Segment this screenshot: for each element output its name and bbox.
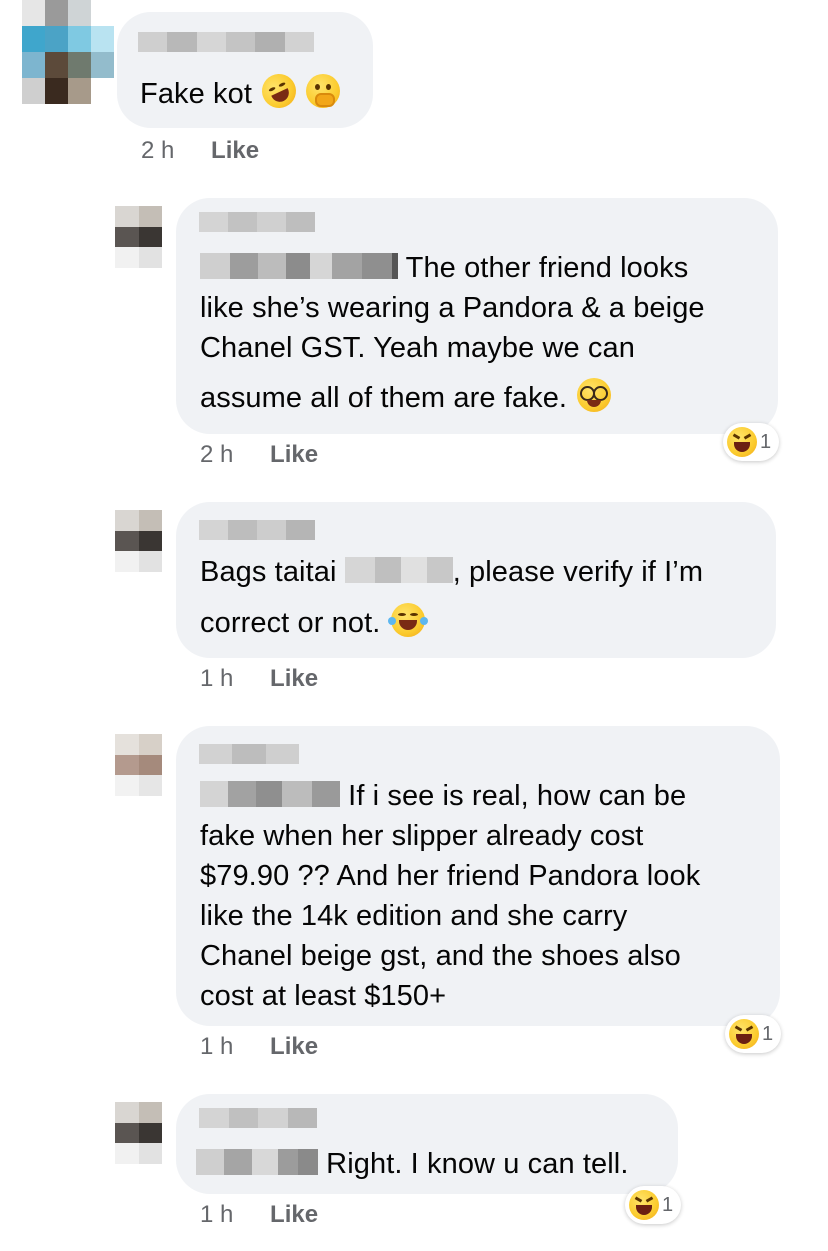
author-name[interactable] [138, 32, 314, 52]
comment-text-line: like she’s wearing a Pandora & a beige [200, 292, 705, 324]
timestamp[interactable]: 1 h [200, 1033, 233, 1060]
comment-text: assume all of them are fake. [200, 378, 612, 418]
comment-bubble: The other friend looks like she’s wearin… [176, 198, 778, 434]
author-name[interactable] [199, 520, 315, 540]
reaction-count: 1 [762, 1022, 774, 1045]
reaction-summary[interactable]: 1 [625, 1186, 682, 1224]
comment-text-line: cost at least $150+ [200, 980, 447, 1012]
comment-text: Right. I know u can tell. [196, 1144, 629, 1184]
laughing-squint-emoji [629, 1190, 659, 1220]
timestamp[interactable]: 1 h [200, 1201, 233, 1228]
reaction-count: 1 [760, 430, 772, 453]
hand-over-mouth-emoji [306, 74, 341, 109]
reaction-count: 1 [662, 1193, 674, 1216]
author-name[interactable] [199, 212, 315, 232]
rolling-on-floor-laughing-emoji [256, 68, 302, 114]
comment-text-line: Chanel GST. Yeah maybe we can [200, 332, 635, 364]
comment-text: If i see is real, how can be [200, 776, 686, 816]
reaction-summary[interactable]: 1 [723, 423, 780, 461]
mention-tag[interactable] [200, 781, 340, 808]
comment-meta: 1 h Like [200, 1033, 318, 1061]
comment-meta: 2 h Like [200, 441, 318, 469]
mention-tag[interactable] [200, 253, 398, 280]
laughing-squint-emoji [729, 1019, 759, 1049]
avatar[interactable] [115, 510, 162, 572]
comment-bubble: Fake kot [117, 12, 373, 128]
comment-meta: 1 h Like [200, 1201, 318, 1229]
reaction-summary[interactable]: 1 [725, 1015, 782, 1053]
avatar[interactable] [22, 0, 114, 104]
like-button[interactable]: Like [270, 665, 318, 692]
comment-bubble: Right. I know u can tell. [176, 1094, 678, 1194]
tears-of-joy-emoji [387, 603, 428, 638]
nerd-face-emoji [577, 378, 612, 413]
avatar[interactable] [115, 206, 162, 268]
comment-text-line: $79.90 ?? And her friend Pandora look [200, 860, 701, 892]
like-button[interactable]: Like [270, 1033, 318, 1060]
timestamp[interactable]: 2 h [200, 441, 233, 468]
like-button[interactable]: Like [211, 137, 259, 164]
comment-text-line: like the 14k edition and she carry [200, 900, 628, 932]
comment-bubble: If i see is real, how can be fake when h… [176, 726, 780, 1026]
comment-text: The other friend looks [200, 248, 688, 288]
comment-text: correct or not. [200, 603, 428, 643]
avatar[interactable] [115, 1102, 162, 1164]
comment-text-line: fake when her slipper already cost [200, 820, 644, 852]
like-button[interactable]: Like [270, 441, 318, 468]
author-name[interactable] [199, 1108, 317, 1128]
timestamp[interactable]: 1 h [200, 665, 233, 692]
comment-meta: 1 h Like [200, 665, 318, 693]
mention-tag[interactable] [196, 1149, 318, 1176]
mention-tag[interactable] [344, 557, 453, 584]
comment-meta: 2 h Like [141, 137, 259, 165]
comment-bubble: Bags taitai , please verify if I’m corre… [176, 502, 776, 658]
avatar[interactable] [115, 734, 162, 796]
comment-text: Bags taitai , please verify if I’m [200, 556, 704, 588]
author-name[interactable] [199, 744, 299, 764]
laughing-squint-emoji [727, 427, 757, 457]
comment-text: Fake kot [140, 68, 341, 114]
comment-text-line: Chanel beige gst, and the shoes also [200, 940, 681, 972]
like-button[interactable]: Like [270, 1201, 318, 1228]
timestamp[interactable]: 2 h [141, 137, 174, 164]
